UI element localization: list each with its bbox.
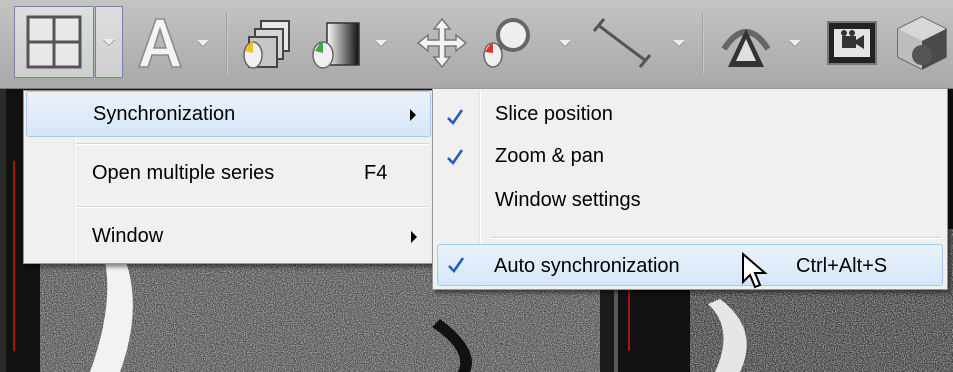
menu-item-label: Window bbox=[92, 225, 164, 247]
mouse-mode-icon bbox=[716, 15, 776, 71]
cine-film-icon bbox=[826, 20, 878, 66]
menu-separator bbox=[76, 206, 429, 208]
mouse-pointer-icon bbox=[741, 251, 771, 294]
window-level-icon bbox=[309, 15, 363, 71]
synchronization-submenu: Slice position Zoom & pan Window setting… bbox=[432, 88, 948, 290]
series-button[interactable] bbox=[238, 8, 298, 78]
pan-button[interactable] bbox=[414, 8, 470, 78]
toolbar-separator bbox=[226, 12, 228, 74]
menu-item-label: Window settings bbox=[495, 189, 641, 211]
chevron-down-icon bbox=[789, 40, 801, 46]
annotation-dropdown-button[interactable] bbox=[190, 8, 216, 78]
mpr-cube-icon bbox=[896, 15, 948, 71]
menu-separator bbox=[76, 143, 429, 145]
chevron-down-icon bbox=[197, 40, 209, 46]
measure-button[interactable] bbox=[590, 8, 654, 78]
menu-item-auto-synchronization[interactable]: Auto synchronization Ctrl+Alt+S bbox=[437, 244, 943, 286]
menu-item-label: Open multiple series bbox=[92, 162, 275, 184]
series-stack-icon bbox=[241, 15, 295, 71]
mouse-mode-dropdown-button[interactable] bbox=[782, 8, 808, 78]
layout-grid-icon bbox=[26, 15, 82, 69]
submenu-arrow-icon bbox=[411, 231, 417, 243]
menu-separator bbox=[491, 237, 941, 239]
mpr-button[interactable] bbox=[894, 8, 950, 78]
measure-line-icon bbox=[592, 17, 652, 69]
menu-item-label: Auto synchronization bbox=[494, 255, 680, 277]
toolbar-separator bbox=[702, 12, 704, 74]
zoom-button[interactable] bbox=[478, 8, 536, 78]
layout-button[interactable] bbox=[14, 6, 94, 78]
chevron-down-icon bbox=[375, 40, 387, 46]
layout-dropdown-button[interactable] bbox=[95, 6, 123, 78]
toolbar bbox=[0, 0, 953, 89]
menu-item-label: Zoom & pan bbox=[495, 145, 604, 167]
measure-dropdown-button[interactable] bbox=[666, 8, 692, 78]
window-level-button[interactable] bbox=[308, 8, 364, 78]
menu-item-window-settings[interactable]: Window settings bbox=[435, 183, 945, 223]
pan-move-icon bbox=[416, 17, 468, 69]
cine-button[interactable] bbox=[822, 8, 882, 78]
zoom-dropdown-button[interactable] bbox=[552, 8, 578, 78]
menu-item-shortcut: Ctrl+Alt+S bbox=[796, 255, 888, 277]
menu-item-label: Slice position bbox=[495, 103, 613, 125]
annotation-text-icon bbox=[135, 15, 185, 71]
menu-item-open-multiple-series[interactable]: Open multiple series F4 bbox=[26, 151, 431, 197]
menu-item-slice-position[interactable]: Slice position bbox=[435, 93, 945, 133]
submenu-arrow-icon bbox=[410, 109, 416, 121]
menu-item-shortcut: F4 bbox=[364, 162, 388, 184]
scale-ruler bbox=[13, 161, 15, 351]
chevron-down-icon bbox=[673, 40, 685, 46]
mouse-mode-button[interactable] bbox=[714, 8, 778, 78]
menu-item-window[interactable]: Window bbox=[26, 214, 431, 260]
menu-item-label: Synchronization bbox=[93, 103, 236, 125]
menu-item-synchronization[interactable]: Synchronization bbox=[26, 91, 431, 137]
zoom-magnifier-icon bbox=[479, 15, 535, 71]
chevron-down-icon bbox=[559, 40, 571, 46]
check-icon bbox=[442, 247, 470, 283]
chevron-down-icon bbox=[103, 39, 115, 45]
window-level-dropdown-button[interactable] bbox=[368, 8, 394, 78]
menu-item-zoom-pan[interactable]: Zoom & pan bbox=[435, 135, 945, 175]
layout-dropdown-menu: Synchronization Open multiple series F4 … bbox=[23, 90, 434, 264]
annotation-button[interactable] bbox=[132, 8, 188, 78]
